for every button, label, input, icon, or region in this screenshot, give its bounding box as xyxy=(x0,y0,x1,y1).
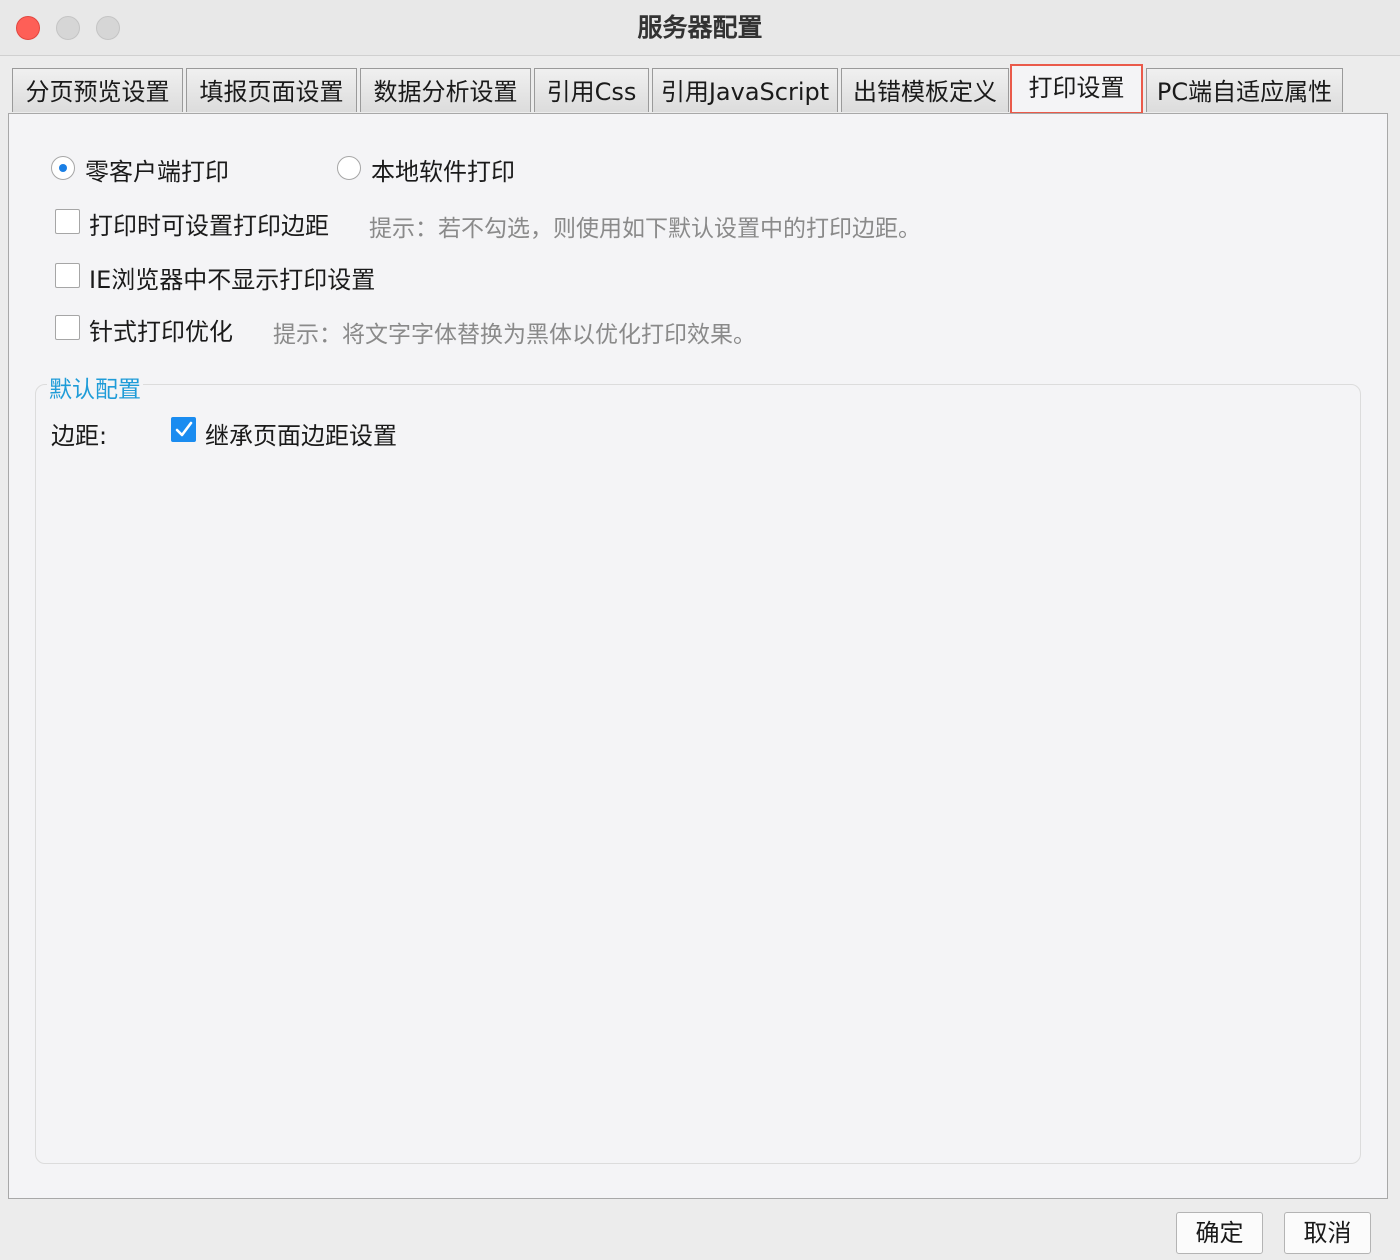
inherit-margin-label[interactable]: 继承页面边距设置 xyxy=(205,416,397,451)
cancel-button[interactable]: 取消 xyxy=(1284,1212,1371,1254)
title-bar[interactable]: 服务器配置 xyxy=(0,0,1400,56)
print-settings-panel: 零客户端打印 本地软件打印 打印时可设置打印边距 提示：若不勾选，则使用如下默认… xyxy=(8,113,1388,1199)
default-config-legend: 默认配置 xyxy=(47,370,143,404)
local-software-label[interactable]: 本地软件打印 xyxy=(371,152,515,187)
window-title: 服务器配置 xyxy=(637,13,763,42)
margin-label: 边距: xyxy=(51,422,108,450)
dot-matrix-checkbox[interactable] xyxy=(55,315,80,340)
local-software-radio[interactable] xyxy=(337,156,361,180)
ie-hide-settings-label[interactable]: IE浏览器中不显示打印设置 xyxy=(89,260,375,295)
zero-client-label[interactable]: 零客户端打印 xyxy=(85,152,229,187)
tab-error-template[interactable]: 出错模板定义 xyxy=(841,68,1009,112)
ie-hide-settings-checkbox[interactable] xyxy=(55,263,80,288)
tab-javascript[interactable]: 引用JavaScript xyxy=(652,68,838,112)
tab-page-preview[interactable]: 分页预览设置 xyxy=(12,68,183,112)
ok-button[interactable]: 确定 xyxy=(1176,1212,1263,1254)
server-config-window: 服务器配置 分页预览设置 填报页面设置 数据分析设置 引用Css 引用JavaS… xyxy=(0,0,1400,1260)
tab-fill-page[interactable]: 填报页面设置 xyxy=(186,68,357,112)
margin-setting-label[interactable]: 打印时可设置打印边距 xyxy=(89,206,329,241)
margin-setting-checkbox[interactable] xyxy=(55,209,80,234)
tab-print-settings[interactable]: 打印设置 xyxy=(1010,64,1143,114)
checkmark-icon xyxy=(175,421,193,437)
tab-bar: 分页预览设置 填报页面设置 数据分析设置 引用Css 引用JavaScript … xyxy=(0,56,1400,114)
zero-client-radio[interactable] xyxy=(51,156,75,180)
tab-data-analysis[interactable]: 数据分析设置 xyxy=(360,68,531,112)
dot-matrix-label[interactable]: 针式打印优化 xyxy=(89,312,233,347)
default-config-group xyxy=(35,384,1361,1164)
inherit-margin-checkbox[interactable] xyxy=(171,417,196,442)
tab-pc-adaptive[interactable]: PC端自适应属性 xyxy=(1146,68,1343,112)
margin-setting-hint: 提示：若不勾选，则使用如下默认设置中的打印边距。 xyxy=(369,216,921,242)
tab-css[interactable]: 引用Css xyxy=(534,68,649,112)
dot-matrix-hint: 提示：将文字字体替换为黑体以优化打印效果。 xyxy=(273,322,756,348)
